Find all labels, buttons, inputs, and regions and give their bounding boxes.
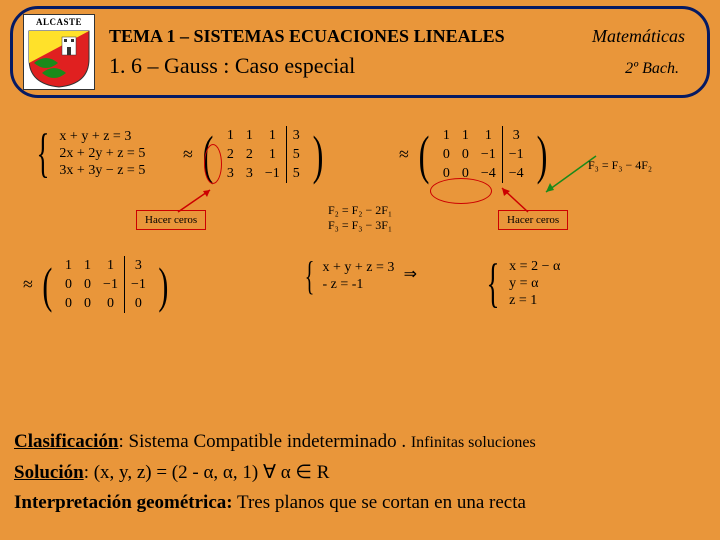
header: ALCASTE TEMA 1 – SISTEMAS ECUACIONES [10,6,710,98]
classification-label: Clasificación [14,431,119,452]
classification-text: : Sistema Compatible indeterminado . [119,431,411,452]
interpretation-label: Interpretación geométrica: [14,492,233,513]
eq: x + y + z = 3 [59,128,145,145]
header-texts: TEMA 1 – SISTEMAS ECUACIONES LINEALES Ma… [95,9,707,95]
reduced-system: { x + y + z = 3 - z = -1 ⇒ [300,256,423,296]
eq: - z = -1 [322,276,394,293]
eq: x + y + z = 3 [322,259,394,276]
crest-logo: ALCASTE [23,14,95,90]
matrix-1: ≈ ( 1113 2215 33−15 ) [180,126,327,183]
crest-label: ALCASTE [24,15,94,29]
interpretation-text: Tres planos que se cortan en una recta [233,492,526,513]
row-operations-2: F₃ = F₃ − 4F₂ [588,158,652,173]
topic-title: TEMA 1 – SISTEMAS ECUACIONES LINEALES [109,26,505,47]
op: F₂ = F₂ − 2F₁ [328,203,392,218]
solution-text: : (x, y, z) = (2 - α, α, 1) ∀ α ∈ R [84,462,330,483]
subtitle: 1. 6 – Gauss : Caso especial [109,53,355,79]
row-operations-1: F₂ = F₂ − 2F₁ F₃ = F₃ − 3F₁ [328,203,392,233]
matrix-2: ≈ ( 1113 00−1−1 00−4−4 ) [396,126,551,183]
subject-label: Matemáticas [592,26,693,47]
content-area: { x + y + z = 3 2x + 2y + z = 5 3x + 3y … [0,104,720,540]
eq: 3x + 3y − z = 5 [59,162,145,179]
eq: y = α [509,275,560,292]
matrix-3: ≈ ( 1113 00−1−1 0000 ) [20,256,172,313]
eq: 2x + 2y + z = 5 [59,145,145,162]
eq: x = 2 − α [509,258,560,275]
eq: z = 1 [509,292,560,309]
original-system: { x + y + z = 3 2x + 2y + z = 5 3x + 3y … [30,126,145,180]
footer-text: Clasificación: Sistema Compatible indete… [14,427,710,518]
classification-tail: Infinitas soluciones [411,434,536,451]
op: F₃ = F₃ − 4F₂ [588,158,652,173]
hacer-ceros-label: Hacer ceros [498,210,568,230]
solution-label: Solución [14,462,84,483]
slide: ALCASTE TEMA 1 – SISTEMAS ECUACIONES [0,0,720,540]
shield-icon [24,29,94,89]
header-wrap: ALCASTE TEMA 1 – SISTEMAS ECUACIONES [0,0,720,102]
op: F₃ = F₃ − 3F₁ [328,218,392,233]
zeros-circle-icon [430,178,492,204]
pivot-circle-icon [204,144,222,184]
hacer-ceros-label: Hacer ceros [136,210,206,230]
level-label: 2º Bach. [625,60,693,78]
parametric-solution: { x = 2 − α y = α z = 1 [480,256,560,310]
